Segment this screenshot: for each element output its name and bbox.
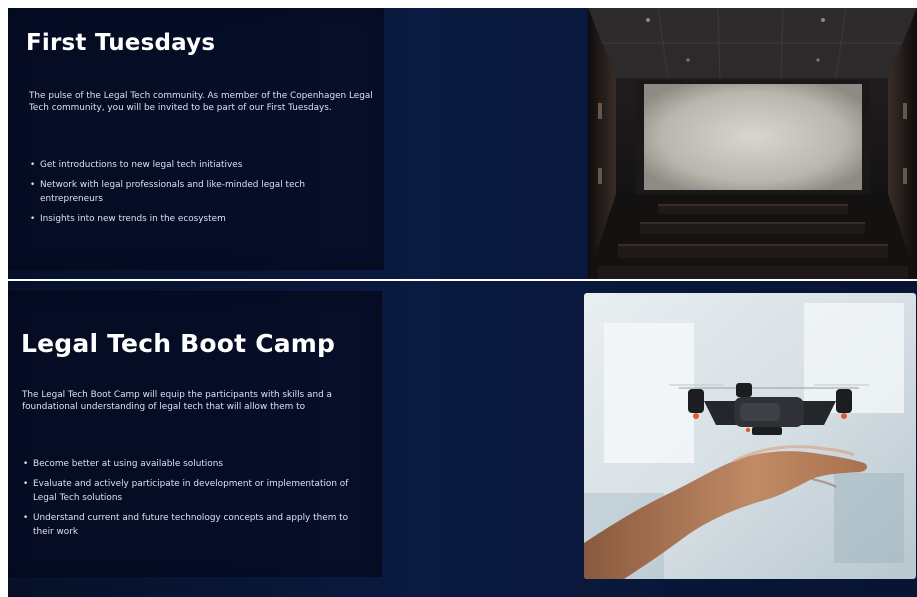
list-item: • Evaluate and actively participate in d… [23,477,363,505]
boot-camp-text-panel: Legal Tech Boot Camp The Legal Tech Boot… [8,291,382,577]
bullet-icon: • [30,160,36,170]
list-item: • Become better at using available solut… [23,457,363,471]
bullet-text: Network with legal professionals and lik… [40,180,305,204]
boot-camp-title: Legal Tech Boot Camp [21,329,336,358]
cinema-screen-illustration [588,8,917,279]
bullet-text: Get introductions to new legal tech init… [40,160,243,170]
list-item: • Understand current and future technolo… [23,511,363,539]
first-tuesdays-text-panel: First Tuesdays The pulse of the Legal Te… [8,8,384,270]
first-tuesdays-description: The pulse of the Legal Tech community. A… [29,91,373,113]
list-item: • Insights into new trends in the ecosys… [30,212,360,226]
cinema-screen-photo [588,8,917,279]
legal-tech-boot-camp-section: Legal Tech Boot Camp The Legal Tech Boot… [8,281,917,597]
bullet-icon: • [23,479,29,489]
bullet-icon: • [23,459,29,469]
list-item: • Get introductions to new legal tech in… [30,158,360,172]
list-item: • Network with legal professionals and l… [30,178,360,206]
drone-over-hand-photo [584,293,916,579]
bullet-text: Become better at using available solutio… [33,459,223,469]
page: First Tuesdays The pulse of the Legal Te… [0,0,917,597]
bullet-icon: • [30,180,36,190]
bullet-icon: • [23,513,29,523]
first-tuesdays-title: First Tuesdays [26,30,216,56]
bullet-text: Insights into new trends in the ecosyste… [40,214,226,224]
bullet-icon: • [30,214,36,224]
boot-camp-bullet-list: • Become better at using available solut… [23,457,363,545]
boot-camp-description: The Legal Tech Boot Camp will equip the … [22,390,332,412]
first-tuesdays-section: First Tuesdays The pulse of the Legal Te… [8,8,917,279]
drone-illustration [584,293,916,579]
first-tuesdays-bullet-list: • Get introductions to new legal tech in… [30,158,360,232]
bullet-text: Understand current and future technology… [33,513,349,537]
bullet-text: Evaluate and actively participate in dev… [33,479,349,503]
